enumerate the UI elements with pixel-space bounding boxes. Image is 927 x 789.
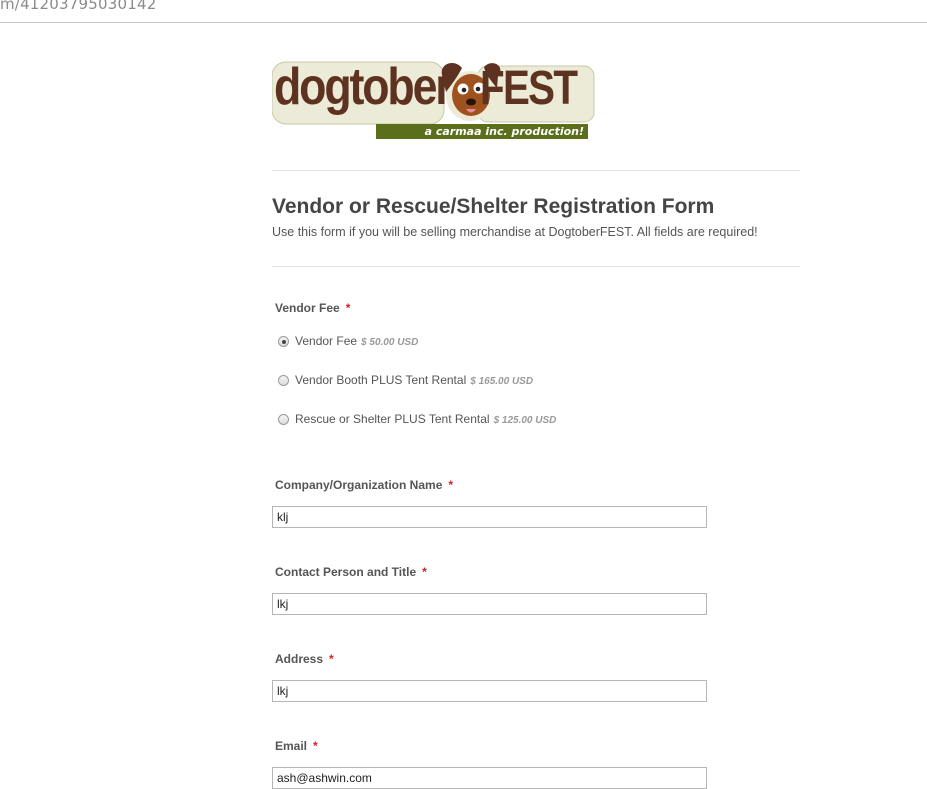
form-title: Vendor or Rescue/Shelter Registration Fo… xyxy=(272,195,715,218)
option-price: $ 50.00 USD xyxy=(361,337,419,348)
browser-address-bar[interactable]: m/41203795030142 xyxy=(0,0,927,23)
radio-button[interactable] xyxy=(278,375,289,386)
email-label: Email * xyxy=(275,739,318,753)
radio-button[interactable] xyxy=(278,414,289,425)
vendor-fee-option-2[interactable]: Vendor Booth PLUS Tent Rental $ 165.00 US… xyxy=(278,373,533,389)
email-input[interactable] xyxy=(272,767,707,789)
required-marker: * xyxy=(329,652,334,666)
radio-button[interactable] xyxy=(278,336,289,347)
section-divider xyxy=(272,266,800,267)
header-divider xyxy=(272,170,800,171)
form-subtitle: Use this form if you will be selling mer… xyxy=(272,225,758,239)
address-input[interactable] xyxy=(272,680,707,702)
dogtoberfest-logo: dogtober FEST a carmaa inc. production! xyxy=(272,58,598,142)
option-price: $ 125.00 USD xyxy=(493,415,557,426)
url-text[interactable]: m/41203795030142 xyxy=(0,0,156,13)
option-price: $ 165.00 USD xyxy=(470,376,534,387)
contact-person-input[interactable] xyxy=(272,593,707,615)
required-marker: * xyxy=(448,478,454,492)
logo-word-fest: FEST xyxy=(480,62,578,115)
vendor-fee-option-3[interactable]: Rescue or Shelter PLUS Tent Rental $ 125.… xyxy=(278,412,556,428)
required-marker: * xyxy=(422,565,427,579)
required-marker: * xyxy=(313,739,318,753)
required-marker: * xyxy=(345,301,351,315)
contact-person-label: Contact Person and Title * xyxy=(275,565,427,579)
company-name-input[interactable] xyxy=(272,506,707,528)
vendor-fee-option-1[interactable]: Vendor Fee $ 50.00 USD xyxy=(278,334,418,350)
address-label: Address * xyxy=(275,652,334,666)
company-name-label: Company/Organization Name * xyxy=(275,478,454,492)
vendor-fee-label: Vendor Fee * xyxy=(275,301,351,315)
logo-tagline: a carmaa inc. production! xyxy=(376,124,588,139)
logo-word-dogtober: dogtober xyxy=(274,58,453,116)
